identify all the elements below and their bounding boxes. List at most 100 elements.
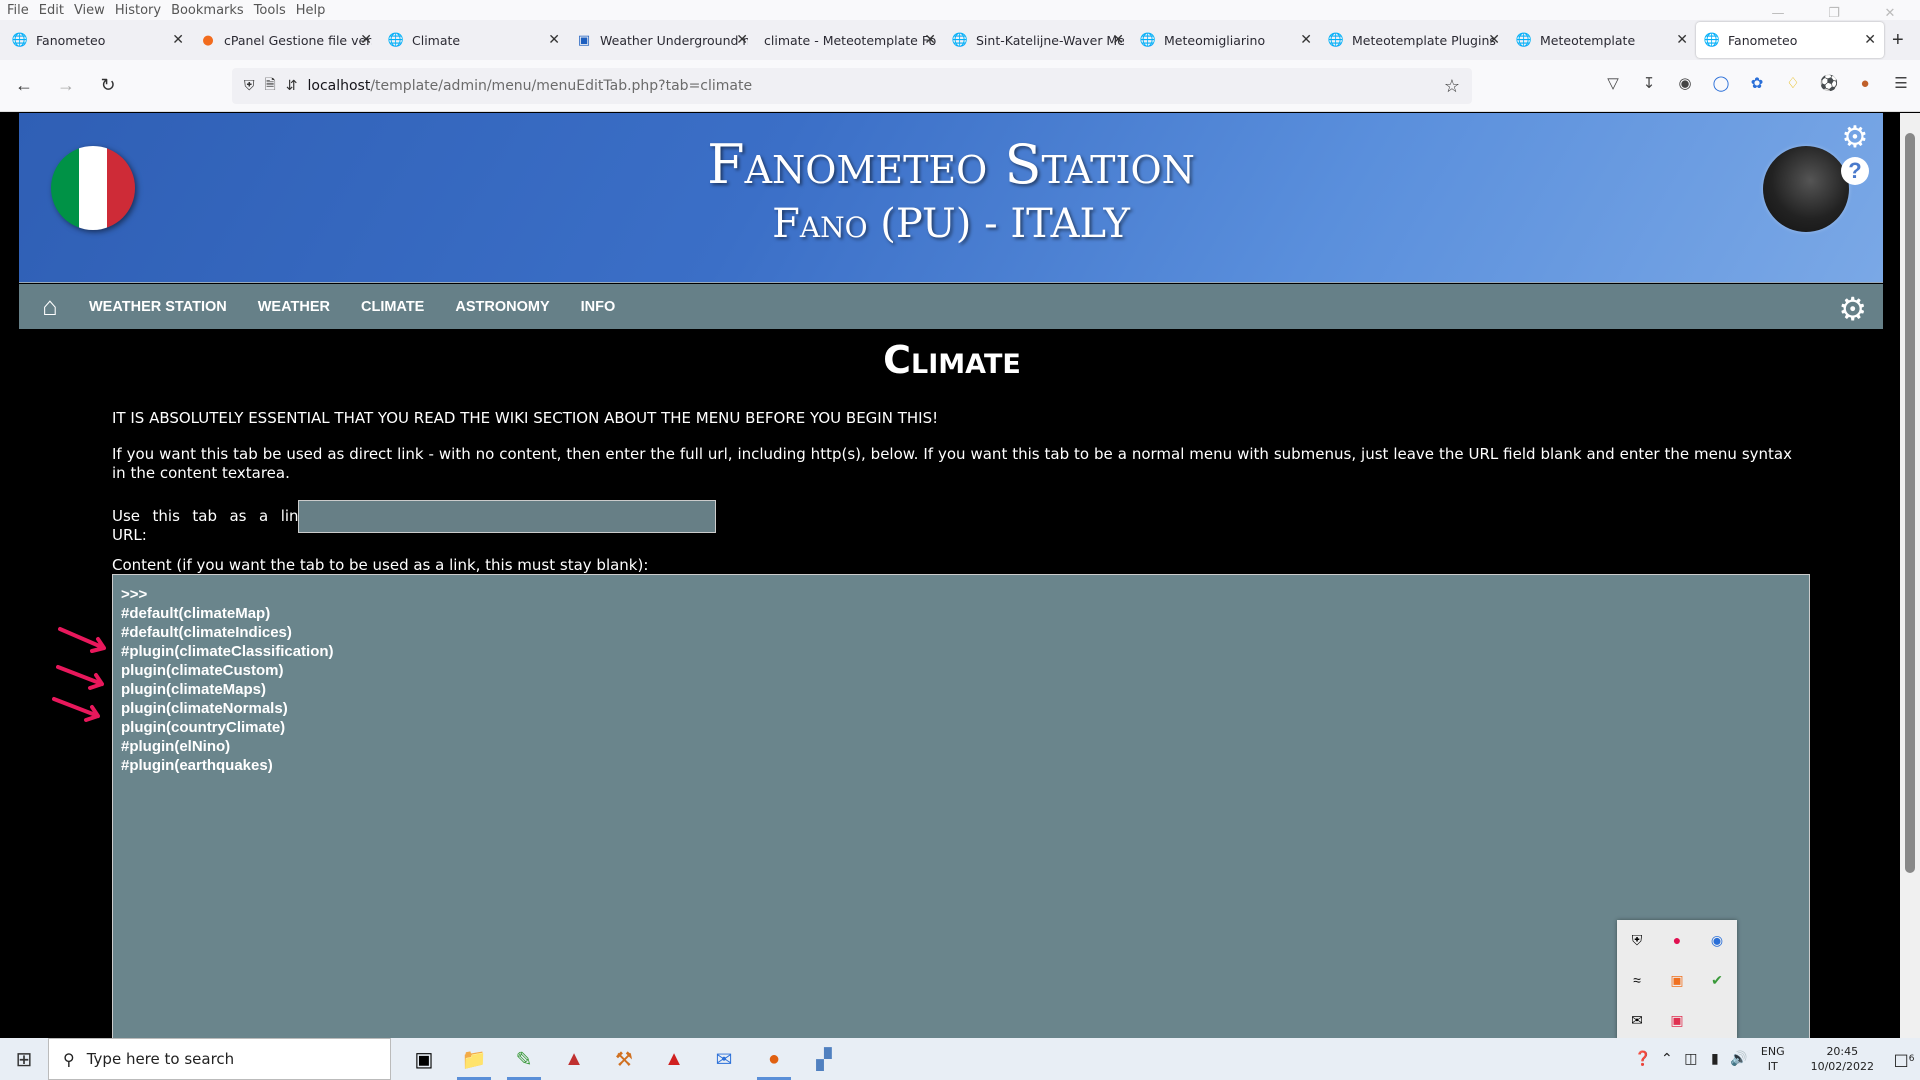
extension-palette-icon[interactable]: ✿ (1746, 72, 1768, 94)
mail-icon[interactable]: ✉ (1631, 1012, 1643, 1029)
reload-icon[interactable]: ↻ (90, 68, 126, 104)
app-red-icon[interactable]: ▲ (549, 1038, 599, 1080)
forward-icon[interactable]: → (48, 68, 84, 104)
nav-climate[interactable]: CLIMATE (361, 299, 424, 315)
shield-icon[interactable]: ⛨ (244, 78, 255, 94)
tray-app-red-icon[interactable]: ● (1673, 932, 1681, 948)
help-icon[interactable]: ? (1839, 155, 1871, 187)
globe-icon: 🌐 (11, 32, 29, 48)
browser-tab[interactable]: 🌐 Meteotemplate ✕ (1508, 22, 1696, 58)
globe-icon: 🌐 (1703, 32, 1721, 48)
browser-tab[interactable]: ● cPanel Gestione file vers ✕ (192, 22, 380, 58)
menu-help[interactable]: Help (296, 3, 326, 18)
volume-icon[interactable]: 🔊 (1727, 1051, 1751, 1067)
windows-start-icon[interactable]: ⊞ (0, 1038, 48, 1080)
content-textarea[interactable]: >>> #default(climateMap) #default(climat… (112, 574, 1810, 1038)
menu-view[interactable]: View (74, 3, 105, 18)
site-header: Fanometeo Station Fano (PU) - ITALY ⚙ ? (19, 113, 1883, 283)
back-icon[interactable]: ← (6, 68, 42, 104)
nav-info[interactable]: INFO (581, 299, 616, 315)
url-input[interactable] (298, 500, 716, 533)
browser-tab[interactable]: 🌐 Meteomigliarino ✕ (1132, 22, 1320, 58)
nav-astronomy[interactable]: ASTRONOMY (455, 299, 549, 315)
downloads-icon[interactable]: ↧ (1638, 72, 1660, 94)
tab-close-icon[interactable]: ✕ (732, 32, 748, 48)
tray-app-orange-icon[interactable]: ▣ (1670, 972, 1683, 989)
warning-text: IT IS ABSOLUTELY ESSENTIAL THAT YOU READ… (112, 409, 939, 427)
language-indicator[interactable]: ENG IT (1761, 1044, 1785, 1074)
browser-tab[interactable]: climate - Meteotemplate Foru ✕ (756, 22, 944, 58)
notification-count: 6 (1908, 1054, 1915, 1064)
hamburger-menu-icon[interactable]: ☰ (1890, 72, 1912, 94)
file-explorer-icon[interactable]: 📁 (449, 1038, 499, 1080)
annotation-arrow-icon (52, 697, 100, 722)
chevron-up-icon[interactable]: ⌃ (1655, 1051, 1679, 1067)
help-tray-icon[interactable]: ❓ (1631, 1051, 1655, 1067)
page-icon: 🗎 (264, 77, 276, 93)
tab-close-icon[interactable]: ✕ (1672, 32, 1688, 48)
extension-ball-icon[interactable]: ⚽ (1818, 72, 1840, 94)
notepad-plus-icon[interactable]: ✎ (499, 1038, 549, 1080)
menu-history[interactable]: History (115, 3, 161, 18)
bookmark-star-icon[interactable]: ☆ (1444, 76, 1460, 97)
thunderbird-icon[interactable]: ✉ (699, 1038, 749, 1080)
permissions-icon[interactable]: ⇵ (286, 78, 298, 94)
address-bar[interactable]: ⛨ 🗎 ⇵ localhost/template/admin/menu/menu… (232, 68, 1472, 104)
clock[interactable]: 20:45 10/02/2022 (1811, 1044, 1874, 1074)
tab-close-icon[interactable]: ✕ (920, 32, 936, 48)
tab-close-icon[interactable]: ✕ (356, 32, 372, 48)
extension-bell-icon[interactable]: ♢ (1782, 72, 1804, 94)
cpanel-icon: ● (202, 32, 214, 48)
menu-edit[interactable]: Edit (39, 3, 64, 18)
globe-icon: 🌐 (951, 32, 969, 48)
tray-app-check-icon[interactable]: ✔ (1711, 972, 1723, 989)
web-page: Fanometeo Station Fano (PU) - ITALY ⚙ ? … (0, 113, 1900, 1038)
notification-center-icon[interactable]: □ 6 (1888, 1038, 1920, 1080)
browser-tab[interactable]: 🌐 Meteotemplate Plugins ✕ (1320, 22, 1508, 58)
home-icon[interactable]: ⌂ (35, 291, 65, 322)
taskbar-search[interactable]: ⚲ Type here to search (48, 1038, 391, 1080)
admin-gears-icon[interactable]: ⚙ (1838, 290, 1867, 328)
tab-close-icon[interactable]: ✕ (1860, 32, 1876, 48)
app-tools-icon[interactable]: ⚒ (599, 1038, 649, 1080)
tab-close-icon[interactable]: ✕ (544, 32, 560, 48)
extension-cookie-icon[interactable]: ● (1854, 72, 1876, 94)
page-title: Climate (883, 338, 1021, 382)
defender-icon[interactable]: ⛨ (1632, 932, 1643, 949)
app-blue-icon[interactable]: ▞ (799, 1038, 849, 1080)
account-icon[interactable]: ◉ (1674, 72, 1696, 94)
menu-tools[interactable]: Tools (254, 3, 286, 18)
new-tab-icon[interactable]: + (1892, 29, 1904, 52)
browser-tab[interactable]: 🌐 Fanometeo ✕ (4, 22, 192, 58)
browser-tab[interactable]: 🌐 Climate ✕ (380, 22, 568, 58)
browser-tab-active[interactable]: 🌐 Fanometeo ✕ (1696, 22, 1884, 58)
scrollbar-thumb[interactable] (1905, 133, 1915, 873)
page-scrollbar[interactable] (1900, 113, 1920, 1038)
tray-app-globe-icon[interactable]: ◉ (1711, 932, 1723, 949)
tray-app-pink-icon[interactable]: ▣ (1670, 1012, 1683, 1029)
wifi-icon[interactable]: ≈ (1633, 972, 1641, 988)
content-line: #default(climateIndices) (121, 624, 292, 641)
tab-close-icon[interactable]: ✕ (1296, 32, 1312, 48)
browser-tab[interactable]: ▣ Weather Underground m ✕ (568, 22, 756, 58)
menu-file[interactable]: File (7, 3, 29, 18)
browser-tab[interactable]: 🌐 Sint-Katelijne-Waver Me ✕ (944, 22, 1132, 58)
menu-bookmarks[interactable]: Bookmarks (171, 3, 244, 18)
extension-circle-icon[interactable]: ◯ (1710, 72, 1732, 94)
nav-weather-station[interactable]: WEATHER STATION (89, 299, 227, 315)
tab-close-icon[interactable]: ✕ (1108, 32, 1124, 48)
meet-now-icon[interactable]: ◫ (1679, 1051, 1703, 1067)
globe-icon: 🌐 (387, 32, 405, 48)
content-line: #default(climateMap) (121, 605, 271, 622)
battery-icon[interactable]: ▮ (1703, 1051, 1727, 1067)
tab-close-icon[interactable]: ✕ (168, 32, 184, 48)
nav-weather[interactable]: WEATHER (258, 299, 330, 315)
task-view-icon[interactable]: ▣ (399, 1038, 449, 1080)
settings-gear-icon[interactable]: ⚙ (1839, 121, 1871, 154)
firefox-icon[interactable]: ● (749, 1038, 799, 1080)
search-placeholder: Type here to search (86, 1050, 235, 1068)
pocket-icon[interactable]: ▽ (1602, 72, 1624, 94)
content-label: Content (if you want the tab to be used … (112, 556, 649, 574)
acrobat-icon[interactable]: ▲ (649, 1038, 699, 1080)
tab-close-icon[interactable]: ✕ (1484, 32, 1500, 48)
